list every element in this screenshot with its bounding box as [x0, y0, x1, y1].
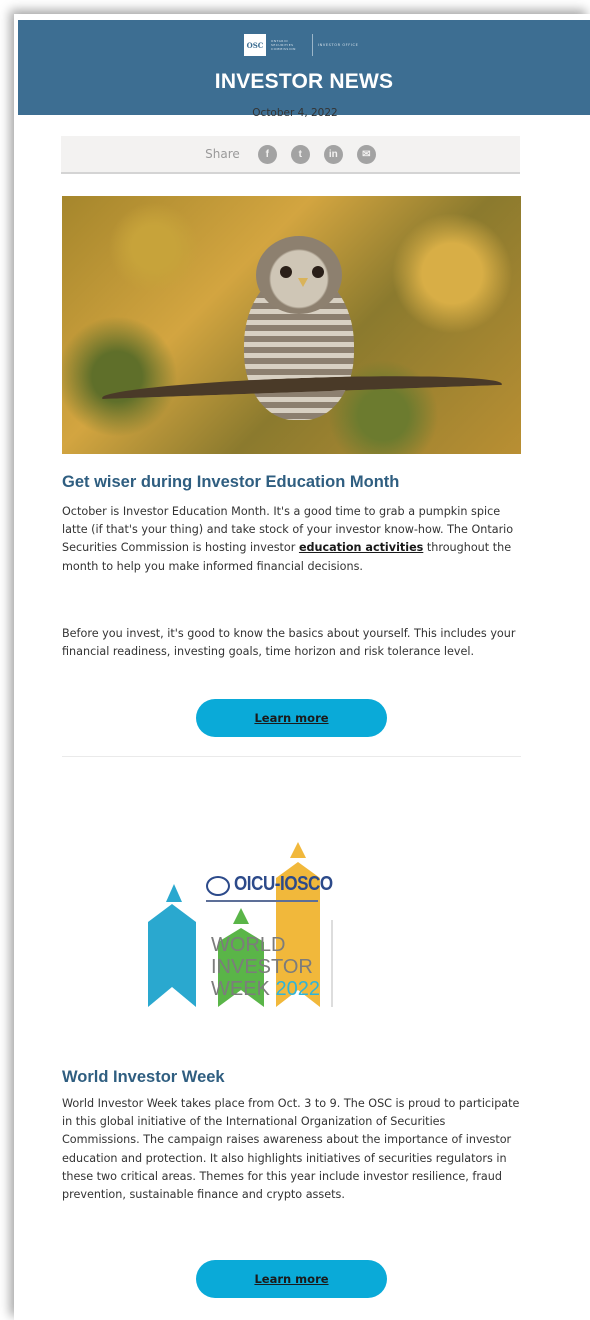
wiw-line-3: WEEK 2022 — [211, 978, 320, 1000]
wiw-line-2: INVESTOR — [211, 956, 313, 978]
newsletter-title: INVESTOR NEWS — [214, 70, 394, 93]
article-paragraph: Before you invest, it's good to know the… — [62, 627, 516, 659]
share-label: Share — [205, 147, 240, 161]
issue-date: October 4, 2022 — [252, 107, 338, 119]
wiw-year: 2022 — [275, 978, 320, 1000]
owl-eye — [280, 266, 292, 278]
facebook-icon[interactable]: f — [257, 144, 277, 164]
oicu-iosco-logo-text: OICU-IOSCO — [234, 873, 333, 895]
osc-logo-org: ONTARIO SECURITIES COMMISSION — [271, 39, 296, 51]
article-paragraph: October is Investor Education Month. It'… — [62, 503, 521, 576]
article-paragraph: World Investor Week takes place from Oct… — [62, 1097, 520, 1202]
twitter-icon[interactable]: t — [290, 144, 310, 164]
pencil-blue — [148, 904, 196, 1007]
pencil-green-tip — [233, 908, 249, 924]
section-divider — [62, 756, 521, 757]
email-icon[interactable]: ✉ — [356, 144, 376, 164]
newsletter-header: OSC ONTARIO SECURITIES COMMISSION INVEST… — [18, 20, 590, 115]
logo-divider — [312, 34, 313, 56]
pencil-blue-tip — [166, 884, 182, 902]
share-bar: Share f t in ✉ — [61, 136, 520, 174]
osc-logo-mark: OSC — [244, 34, 266, 56]
education-activities-link[interactable]: education activities — [299, 541, 423, 554]
wiw-week: WEEK — [211, 978, 270, 1000]
owl-hero-image — [62, 196, 521, 454]
wiw-line-1: WORLD — [211, 934, 286, 956]
owl-head — [256, 236, 342, 314]
osc-logo: OSC ONTARIO SECURITIES COMMISSION INVEST… — [244, 33, 358, 57]
article-title: Get wiser during Investor Education Mont… — [62, 473, 400, 491]
owl-eye — [312, 266, 324, 278]
article-title: World Investor Week — [62, 1068, 225, 1086]
linkedin-icon[interactable]: in — [323, 144, 343, 164]
globe-icon — [206, 876, 230, 896]
org-subtitle-line — [206, 900, 318, 902]
learn-more-button[interactable]: Learn more — [196, 1260, 387, 1298]
osc-logo-office: INVESTOR OFFICE — [318, 43, 359, 47]
owl-beak — [298, 278, 308, 287]
world-investor-week-text: WORLD INVESTOR WEEK 2022 — [211, 934, 320, 1000]
learn-more-button[interactable]: Learn more — [196, 699, 387, 737]
pencil-yellow-tip — [290, 842, 306, 858]
